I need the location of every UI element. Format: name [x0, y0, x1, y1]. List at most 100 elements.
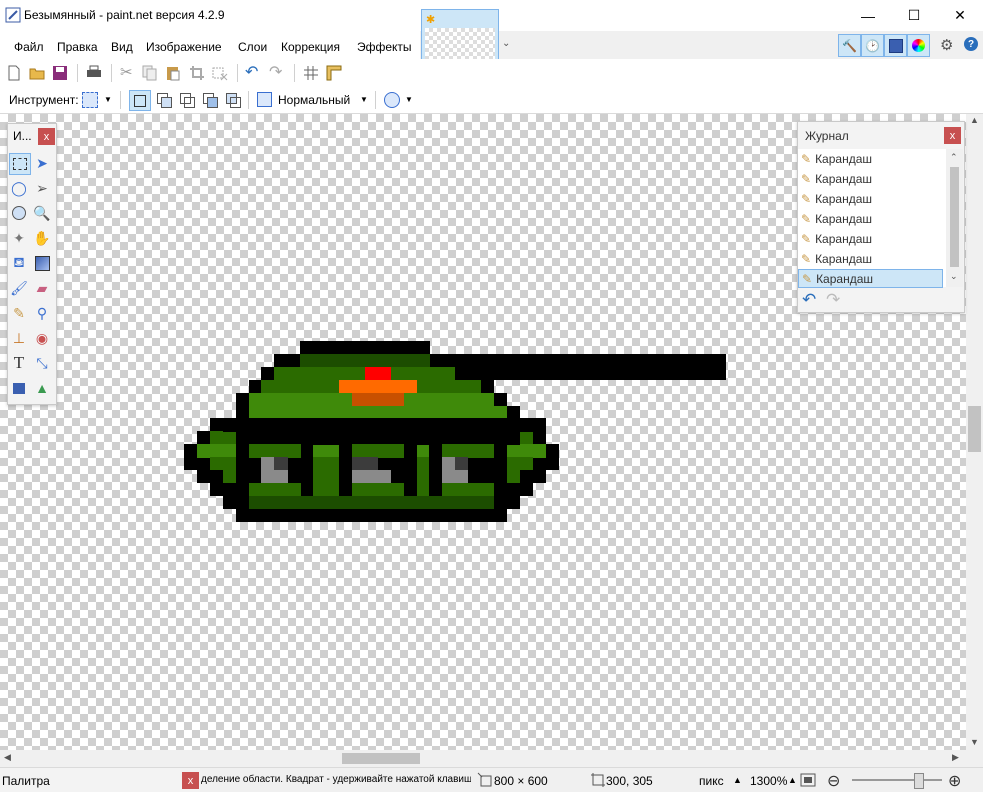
scroll-left-icon[interactable]: ◀	[4, 752, 11, 763]
scroll-up-icon[interactable]: ▲	[970, 115, 979, 125]
lasso-select-tool[interactable]: ◯	[9, 178, 29, 198]
history-item[interactable]: ✎ Карандаш	[798, 249, 943, 268]
paint-bucket-tool[interactable]: ⛾	[9, 253, 29, 273]
shapes-tool[interactable]	[9, 378, 29, 398]
history-item[interactable]: ✎ Карандаш	[798, 209, 943, 228]
pan-hand-tool[interactable]: ✋	[32, 228, 52, 248]
color-picker-tool[interactable]: ⚲	[32, 303, 52, 323]
ellipse-select-tool[interactable]	[9, 203, 29, 223]
scroll-down-icon[interactable]: ⌄	[950, 271, 958, 282]
pencil-tool[interactable]: ✎	[9, 303, 29, 323]
copy-icon[interactable]	[142, 65, 158, 81]
scroll-down-icon[interactable]: ▼	[970, 737, 979, 747]
redo-icon[interactable]: ↷	[269, 62, 285, 81]
tool-dropdown-icon[interactable]: ▼	[104, 95, 112, 104]
help-icon[interactable]: ?	[964, 37, 978, 51]
zoom-tool[interactable]: 🔍	[32, 203, 52, 223]
selection-mode-union-button[interactable]	[155, 91, 173, 109]
history-scrollbar[interactable]: ⌃ ⌄	[946, 149, 963, 287]
horizontal-scroll-thumb[interactable]	[342, 753, 420, 764]
history-scroll-thumb[interactable]	[950, 167, 959, 267]
zoom-in-icon[interactable]: ⊕	[948, 771, 961, 791]
ruler-icon[interactable]	[326, 65, 342, 81]
scroll-up-icon[interactable]: ⌃	[950, 152, 958, 163]
close-button[interactable]: ✕	[937, 0, 983, 31]
antialias-icon[interactable]	[384, 92, 400, 108]
selection-mode-replace-button[interactable]	[129, 90, 151, 111]
units-select[interactable]: пикс	[699, 774, 724, 788]
move-selected-tool[interactable]: ➤	[32, 153, 52, 173]
print-icon[interactable]	[86, 65, 102, 81]
eraser-tool[interactable]: ▰	[32, 278, 52, 298]
vertical-scrollbar[interactable]: ▲ ▼	[966, 114, 983, 750]
move-selection-tool[interactable]: ➢	[32, 178, 52, 198]
history-item-label: Карандаш	[815, 211, 873, 226]
history-window-button[interactable]: 🕑	[861, 34, 884, 57]
recolor-tool[interactable]: ◉	[32, 328, 52, 348]
menu-effects[interactable]: Эффекты	[357, 40, 412, 54]
tab-dropdown-icon[interactable]: ⌄	[502, 38, 510, 49]
grid-icon[interactable]	[303, 65, 319, 81]
palette-close-button[interactable]: x	[182, 772, 199, 789]
separator	[294, 64, 295, 82]
menu-image[interactable]: Изображение	[146, 40, 222, 54]
zoom-slider-track[interactable]	[852, 779, 942, 781]
zoom-dropdown-icon[interactable]: ▲	[788, 775, 797, 785]
blend-mode-dropdown-icon[interactable]: ▼	[360, 95, 368, 104]
tools-window-button[interactable]: 🔨	[838, 34, 861, 57]
history-item[interactable]: ✎ Карандаш	[798, 149, 943, 168]
history-item[interactable]: ✎ Карандаш	[798, 189, 943, 208]
crop-icon[interactable]	[189, 65, 205, 81]
menu-edit[interactable]: Правка	[57, 40, 98, 54]
selection-mode-exclude-button[interactable]	[178, 91, 196, 109]
clone-stamp-tool[interactable]: ⊥	[9, 328, 29, 348]
vertical-scroll-thumb[interactable]	[968, 406, 981, 452]
history-redo-icon[interactable]: ↷	[826, 290, 840, 310]
layers-window-button[interactable]	[884, 34, 907, 57]
minimize-button[interactable]: —	[845, 0, 891, 31]
units-dropdown-icon[interactable]: ▲	[733, 775, 742, 785]
history-item-selected[interactable]: ✎ Карандаш	[798, 269, 943, 288]
zoom-level[interactable]: 1300%	[750, 774, 787, 788]
scroll-right-icon[interactable]: ▶	[952, 752, 959, 763]
zoom-out-icon[interactable]: ⊖	[827, 771, 840, 791]
cut-icon[interactable]: ✂	[120, 63, 136, 81]
menu-view[interactable]: Вид	[111, 40, 133, 54]
menu-file[interactable]: Файл	[14, 40, 44, 54]
paintbrush-tool[interactable]: 🖌	[9, 278, 29, 298]
menu-adjustments[interactable]: Коррекция	[281, 40, 340, 54]
antialias-dropdown-icon[interactable]: ▼	[405, 95, 413, 104]
colors-window-button[interactable]	[907, 34, 930, 57]
history-undo-icon[interactable]: ↶	[802, 290, 816, 310]
selection-mode-xor-button[interactable]	[224, 91, 242, 109]
close-icon: ✕	[954, 7, 966, 23]
history-panel-close-button[interactable]: x	[944, 127, 961, 144]
separator	[248, 91, 249, 109]
settings-gear-icon[interactable]: ⚙	[940, 36, 953, 54]
zoom-to-window-icon[interactable]	[800, 772, 816, 788]
save-icon[interactable]	[52, 65, 68, 81]
deselect-icon[interactable]	[212, 65, 228, 81]
horizontal-scrollbar[interactable]: ◀ ▶	[0, 750, 966, 767]
image-size-icon	[477, 772, 492, 787]
status-hint: деление области. Квадрат - удерживайте н…	[201, 774, 471, 785]
history-item[interactable]: ✎ Карандаш	[798, 229, 943, 248]
gradient-tool[interactable]	[32, 253, 52, 273]
tools-panel-close-button[interactable]: x	[38, 128, 55, 145]
paste-icon[interactable]	[165, 65, 181, 81]
current-tool-rect-select-icon[interactable]	[82, 92, 98, 108]
maximize-button[interactable]: ☐	[891, 0, 937, 31]
text-tool[interactable]: T	[9, 353, 29, 373]
zoom-slider-thumb[interactable]	[914, 773, 924, 789]
menu-layers[interactable]: Слои	[238, 40, 267, 54]
tank-pixel	[338, 379, 417, 394]
blend-mode-select[interactable]: Нормальный	[278, 93, 350, 107]
new-file-icon[interactable]	[6, 65, 22, 81]
history-item[interactable]: ✎ Карандаш	[798, 169, 943, 188]
open-folder-icon[interactable]	[29, 65, 45, 81]
line-curve-tool[interactable]: ⤡	[32, 353, 52, 373]
selection-mode-intersect-button[interactable]	[201, 91, 219, 109]
magic-wand-tool[interactable]: ✦	[9, 228, 29, 248]
rectangle-select-tool[interactable]	[9, 153, 31, 175]
undo-icon[interactable]: ↶	[245, 62, 261, 81]
